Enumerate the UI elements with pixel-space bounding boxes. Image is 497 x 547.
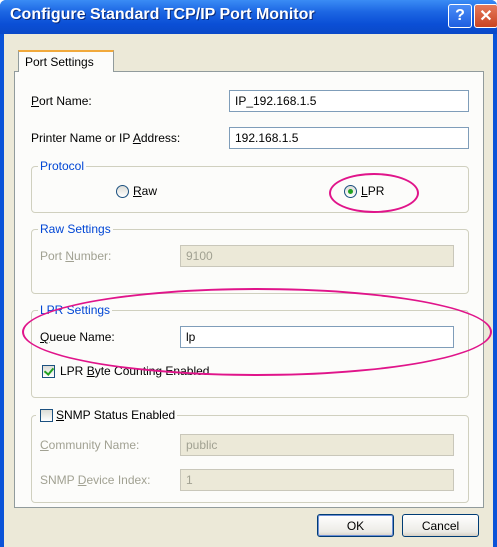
queue-name-label: Queue Name: [40,330,115,344]
port-number-input[interactable]: 9100 [180,245,454,267]
window-title: Configure Standard TCP/IP Port Monitor [10,6,315,23]
lpr-settings-legend: LPR Settings [38,303,113,317]
snmp-device-index-input[interactable]: 1 [180,469,454,491]
close-icon[interactable]: ✕ [474,4,497,28]
lpr-radio[interactable] [344,185,357,198]
port-settings-panel: Port Name: IP_192.168.1.5 Printer Name o… [14,71,484,508]
lpr-byte-counting-label[interactable]: LPR Byte Counting Enabled [60,364,209,378]
community-name-label: Community Name: [40,438,140,452]
printer-address-label: Printer Name or IP Address: [31,131,181,145]
snmp-legend: SNMP Status Enabled [36,408,178,422]
lpr-settings-group: LPR Settings Queue Name: lp LPR Byte Cou… [31,303,469,398]
port-name-label: Port Name: [31,94,92,108]
dialog-window: Configure Standard TCP/IP Port Monitor ?… [0,0,497,547]
queue-name-input[interactable]: lp [180,326,454,348]
lpr-radio-label[interactable]: LPR [361,184,384,198]
raw-settings-legend: Raw Settings [38,222,113,236]
raw-radio[interactable] [116,185,129,198]
community-name-input[interactable]: public [180,434,454,456]
dialog-client-area: Port Settings Port Name: IP_192.168.1.5 … [4,34,493,547]
snmp-group: SNMP Status Enabled Community Name: publ… [31,408,469,503]
lpr-byte-counting-checkbox[interactable] [42,365,55,378]
port-name-input[interactable]: IP_192.168.1.5 [229,90,469,112]
title-bar[interactable]: Configure Standard TCP/IP Port Monitor ?… [0,0,497,34]
help-icon[interactable]: ? [448,4,472,28]
tab-port-settings[interactable]: Port Settings [18,50,114,72]
printer-address-input[interactable]: 192.168.1.5 [229,127,469,149]
cancel-button[interactable]: Cancel [402,514,479,537]
snmp-device-index-label: SNMP Device Index: [40,473,151,487]
ok-button[interactable]: OK [317,514,394,537]
protocol-group: Protocol Raw LPR [31,159,469,213]
protocol-legend: Protocol [38,159,87,173]
raw-radio-label[interactable]: Raw [133,184,157,198]
port-number-label: Port Number: [40,249,112,263]
snmp-status-checkbox[interactable] [40,409,53,422]
raw-settings-group: Raw Settings Port Number: 9100 [31,222,469,294]
